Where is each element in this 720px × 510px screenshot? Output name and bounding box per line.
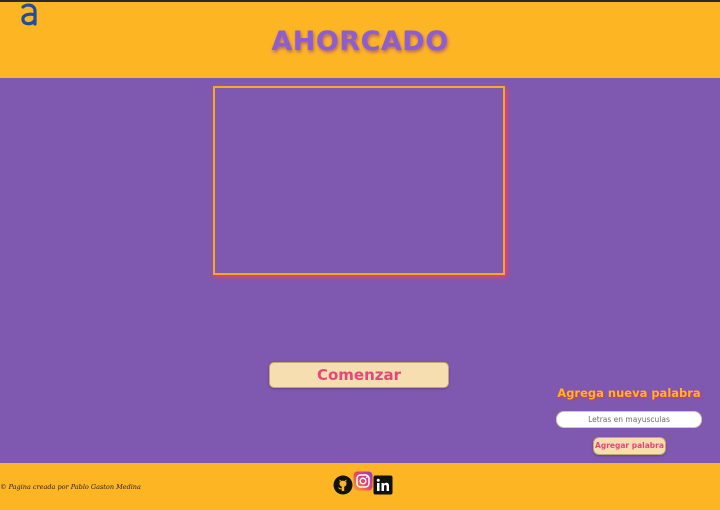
- start-game-button[interactable]: Comenzar: [269, 362, 449, 388]
- instagram-icon[interactable]: [353, 471, 373, 491]
- new-word-input[interactable]: [556, 411, 702, 428]
- page-footer: © Pagina creada por Pablo Gaston Medina: [0, 463, 720, 510]
- linkedin-icon[interactable]: [373, 475, 393, 495]
- add-word-button[interactable]: Agregar palabra: [593, 437, 666, 455]
- add-word-title: Agrega nueva palabra: [557, 386, 701, 400]
- hangman-canvas: [213, 86, 505, 275]
- page-title: AHORCADO: [271, 26, 449, 57]
- page-header: AHORCADO: [0, 2, 720, 78]
- github-icon[interactable]: [333, 475, 353, 495]
- alura-logo-icon[interactable]: [18, 2, 42, 28]
- copyright-text: © Pagina creada por Pablo Gaston Medina: [0, 483, 141, 491]
